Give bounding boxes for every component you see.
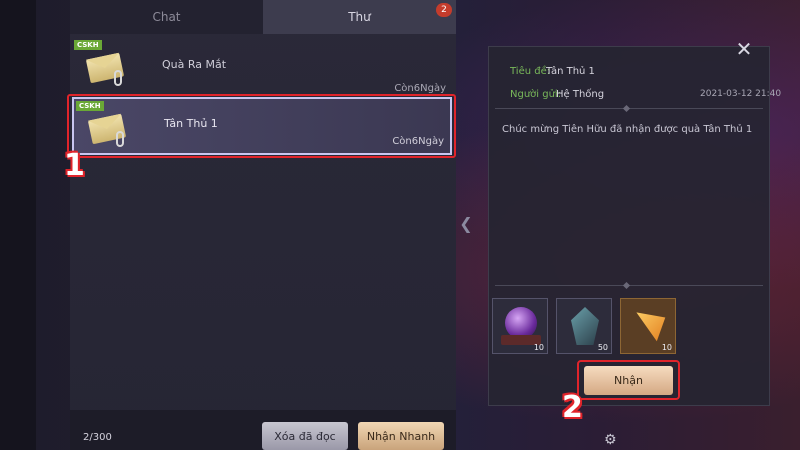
- tab-mail-label: Thư: [348, 10, 371, 24]
- highlight-box-step2: [577, 360, 680, 400]
- quick-claim-label: Nhận Nhanh: [366, 429, 436, 443]
- tab-chat-label: Chat: [152, 10, 181, 24]
- reward-count: 10: [533, 343, 544, 352]
- delete-read-button[interactable]: Xóa đã đọc: [262, 422, 348, 450]
- mail-tabs: Chat Thư 2: [70, 0, 456, 34]
- reward-count: 10: [661, 343, 672, 352]
- mail-count: 2/300: [83, 432, 112, 443]
- mail-item-qua-ra-mat[interactable]: CSKH Quà Ra Mắt Còn6Ngày: [72, 38, 452, 96]
- mail-date: 2021-03-12 21:40: [700, 89, 782, 99]
- step-number-1: 1: [64, 148, 85, 183]
- quick-claim-button[interactable]: Nhận Nhanh: [358, 422, 444, 450]
- mail-body: Chúc mừng Tiên Hữu đã nhận được quà Tân …: [502, 124, 753, 135]
- gear-icon[interactable]: ⚙: [604, 432, 617, 448]
- sender-value: Hệ Thống: [556, 89, 605, 100]
- highlight-box-step1: [67, 94, 456, 158]
- sender-label: Người gửi:: [510, 89, 562, 100]
- left-shadow: [0, 0, 36, 450]
- close-icon[interactable]: ✕: [731, 36, 757, 62]
- unread-badge: 2: [436, 3, 452, 17]
- reward-slot-stone[interactable]: 50: [556, 298, 612, 354]
- reward-count: 50: [597, 343, 608, 352]
- mail-envelope-icon: CSKH: [74, 40, 126, 92]
- reward-slot-amulet[interactable]: 10: [620, 298, 676, 354]
- amulet-icon: [636, 312, 666, 342]
- step-number-2: 2: [562, 390, 583, 425]
- cskh-tag: CSKH: [74, 40, 102, 50]
- tab-mail[interactable]: Thư 2: [263, 0, 456, 34]
- title-label: Tiêu đề:: [510, 66, 551, 77]
- chevron-left-icon[interactable]: ❮: [456, 212, 476, 234]
- delete-read-label: Xóa đã đọc: [274, 429, 336, 443]
- mail-title: Quà Ra Mắt: [162, 58, 227, 71]
- title-value: Tân Thủ 1: [546, 66, 595, 77]
- mail-expire: Còn6Ngày: [394, 83, 446, 94]
- reward-slot-orb[interactable]: 10: [492, 298, 548, 354]
- tab-chat[interactable]: Chat: [70, 0, 263, 34]
- stone-icon: [571, 307, 599, 345]
